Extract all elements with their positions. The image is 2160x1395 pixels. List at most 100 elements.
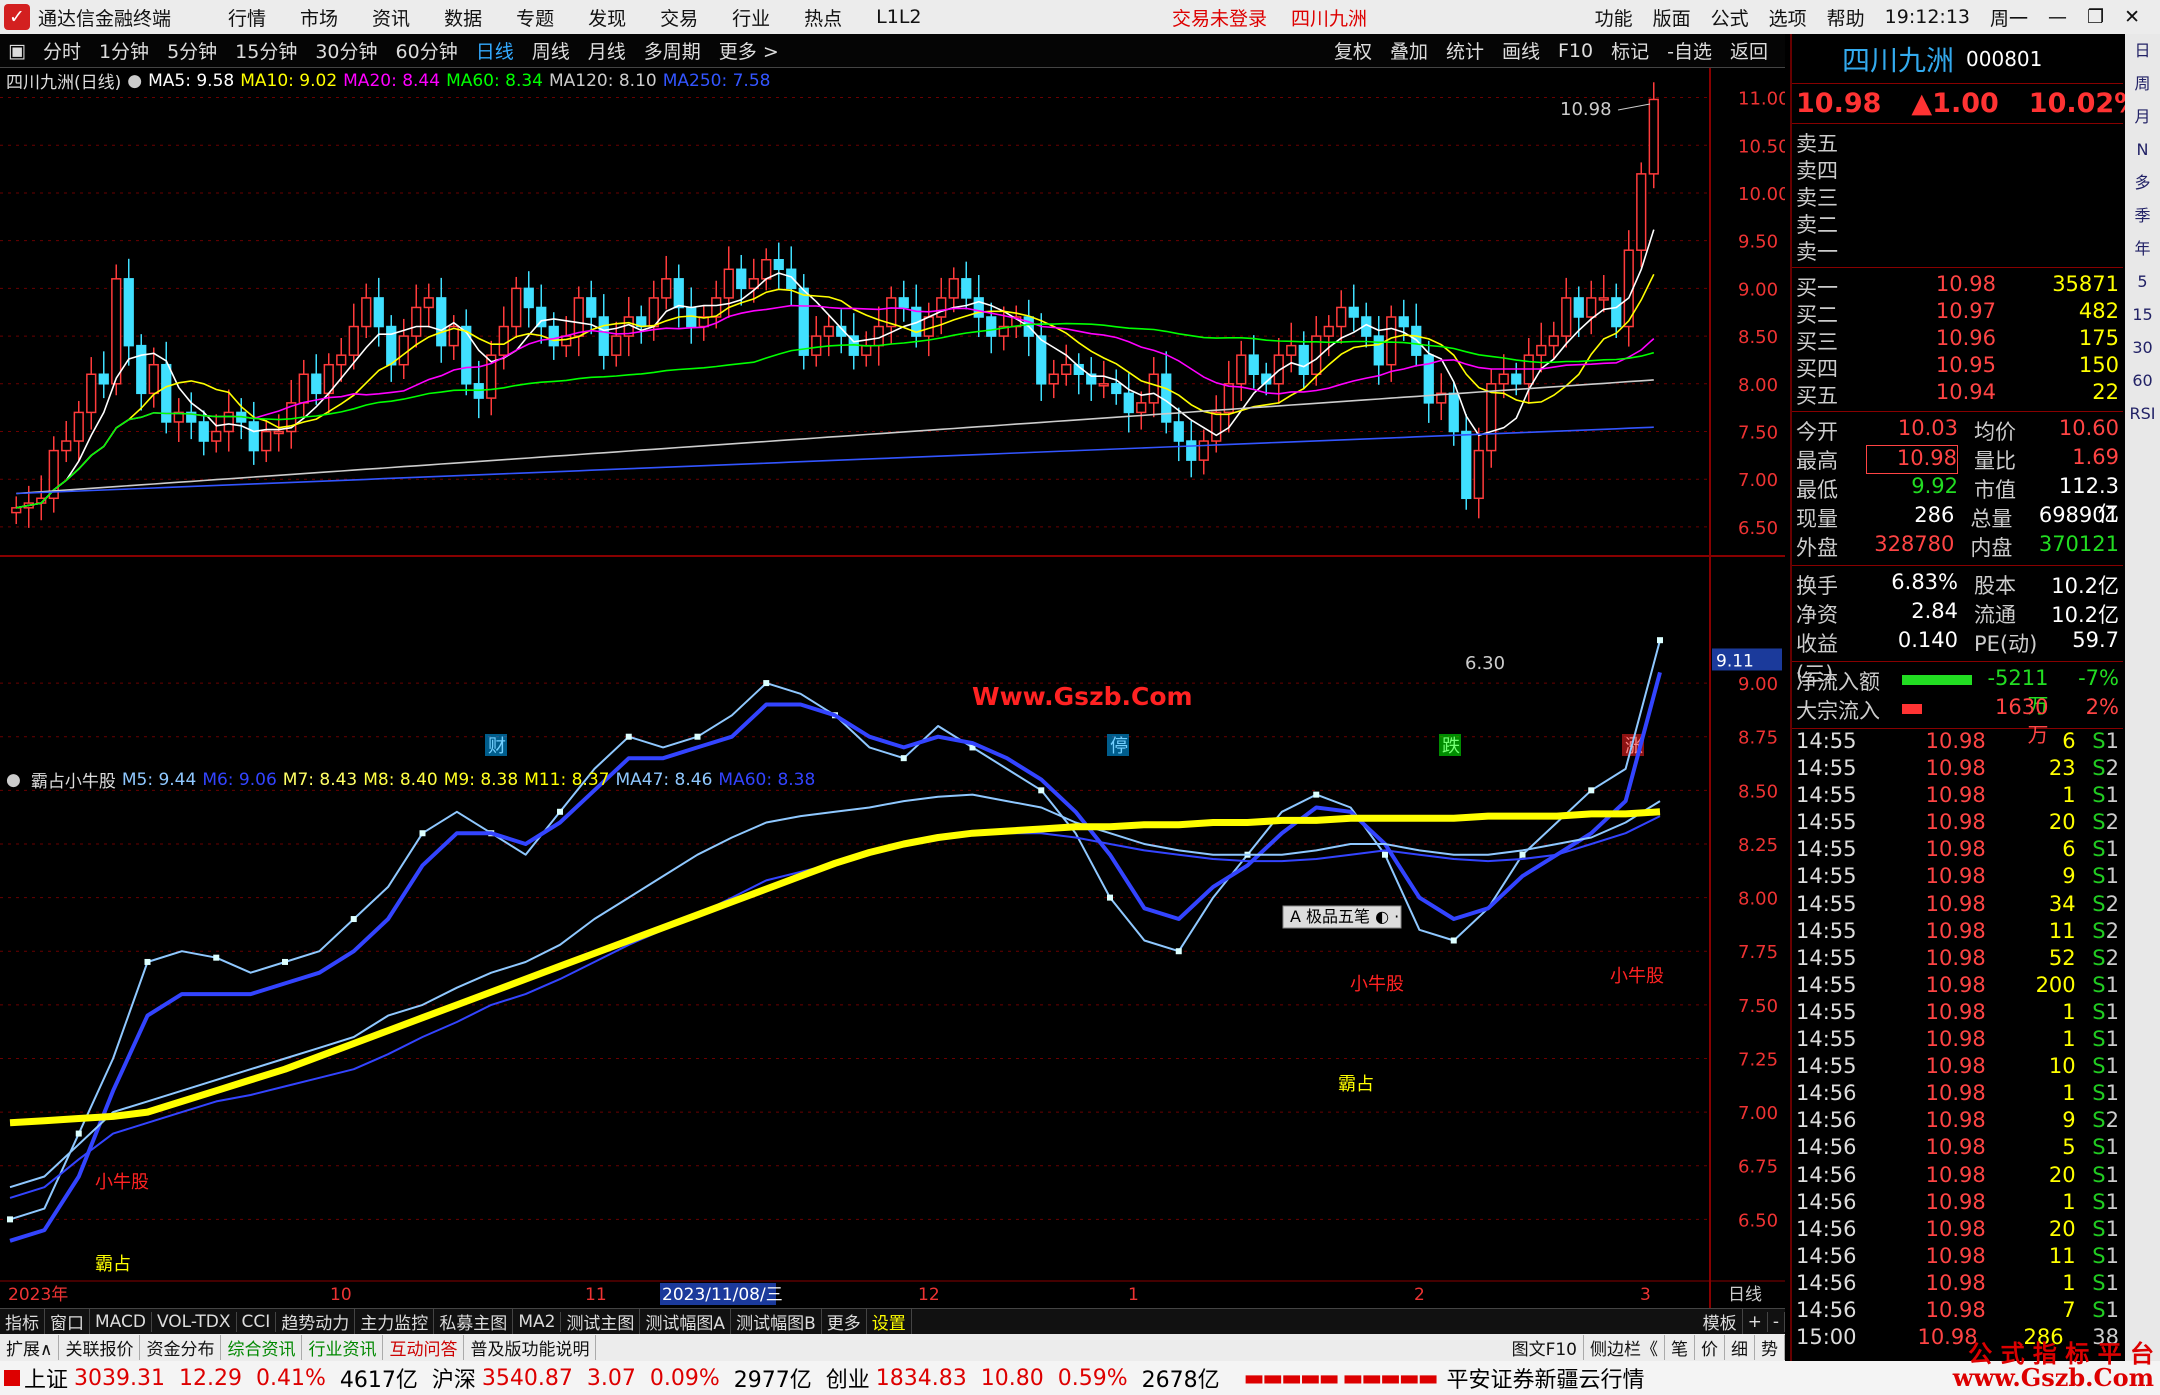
menu-item[interactable]: 专题 bbox=[516, 4, 554, 31]
info-tab[interactable]: 关联报价 bbox=[59, 1335, 141, 1360]
tool-mark[interactable]: 标记 bbox=[1611, 37, 1649, 64]
candle bbox=[1648, 82, 1659, 189]
indicator-tab[interactable]: 窗口 bbox=[45, 1309, 90, 1334]
sidebar-item[interactable]: RSI bbox=[2125, 397, 2160, 430]
period-item[interactable]: 5分钟 bbox=[167, 37, 217, 64]
sidebar-item[interactable]: 日 bbox=[2125, 34, 2160, 67]
cy-name[interactable]: 创业 bbox=[826, 1362, 870, 1394]
sidebar-item[interactable]: 5 bbox=[2125, 265, 2160, 298]
restore-icon[interactable]: ❐ bbox=[2087, 6, 2104, 28]
indicator-tab[interactable]: 主力监控 bbox=[355, 1309, 435, 1334]
info-tab[interactable]: 资金分布 bbox=[140, 1335, 222, 1360]
trade-login-status[interactable]: 交易未登录 bbox=[1172, 4, 1267, 31]
period-item[interactable]: 多周期 bbox=[644, 37, 701, 64]
tool-watchlist[interactable]: -自选 bbox=[1667, 37, 1712, 64]
info-tab[interactable]: 细 bbox=[1725, 1335, 1755, 1360]
period-item[interactable]: 15分钟 bbox=[235, 37, 297, 64]
tool-draw[interactable]: 画线 bbox=[1502, 37, 1540, 64]
indicator-tab[interactable]: 更多 bbox=[822, 1309, 867, 1334]
indicator-tab[interactable]: - bbox=[1768, 1311, 1785, 1332]
sidebar-item[interactable]: 15 bbox=[2125, 298, 2160, 331]
indicator-tab[interactable]: 设置 bbox=[867, 1309, 912, 1334]
indicator-settings-icon[interactable]: ● bbox=[6, 770, 21, 790]
indicator-tab[interactable]: CCI bbox=[237, 1311, 277, 1332]
period-item[interactable]: 更多 > bbox=[719, 37, 779, 64]
menu-formula[interactable]: 公式 bbox=[1711, 4, 1749, 31]
sidebar-item[interactable]: 月 bbox=[2125, 100, 2160, 133]
info-tab[interactable]: 价 bbox=[1695, 1335, 1725, 1360]
period-item[interactable]: 60分钟 bbox=[396, 37, 458, 64]
info-tab[interactable]: 图文F10 bbox=[1506, 1335, 1584, 1360]
indicator-tab[interactable]: 指标 bbox=[0, 1309, 45, 1334]
tick-list[interactable]: 14:55 10.98 6 S 1 14:55 10.98 23 S 2 14:55 10.98 1 S 1… bbox=[1792, 729, 2123, 1352]
hs-name[interactable]: 沪深 bbox=[432, 1362, 476, 1394]
info-tab[interactable]: 普及版功能说明 bbox=[464, 1335, 597, 1360]
tool-overlay[interactable]: 叠加 bbox=[1390, 37, 1428, 64]
minimize-icon[interactable]: — bbox=[2048, 6, 2067, 28]
menu-item[interactable]: L1L2 bbox=[876, 6, 921, 28]
indicator-tab[interactable]: 测试幅图A bbox=[640, 1309, 732, 1334]
sidebar-item[interactable]: 30 bbox=[2125, 331, 2160, 364]
indicator-tab[interactable]: 模板 bbox=[1698, 1309, 1743, 1334]
period-item[interactable]: 日线 bbox=[476, 37, 514, 64]
menu-options[interactable]: 选项 bbox=[1769, 4, 1807, 31]
kline-chart[interactable]: 11.00 10.50 10.00 9.50 9.00 8.50 8.00 7.50 7.00 6… bbox=[0, 68, 1785, 1308]
sell-label: 卖五 bbox=[1796, 132, 1838, 156]
menu-item[interactable]: 行业 bbox=[732, 4, 770, 31]
settings-icon[interactable]: ● bbox=[127, 71, 142, 91]
info-tab[interactable]: 笔 bbox=[1665, 1335, 1695, 1360]
indicator-tab[interactable]: 趋势动力 bbox=[276, 1309, 356, 1334]
period-item[interactable]: 分时 bbox=[43, 37, 81, 64]
sidebar-item[interactable]: 60 bbox=[2125, 364, 2160, 397]
tool-stats[interactable]: 统计 bbox=[1446, 37, 1484, 64]
menu-item[interactable]: 市场 bbox=[300, 4, 338, 31]
sell-level: 卖二 bbox=[1796, 209, 2119, 237]
period-item[interactable]: 月线 bbox=[588, 37, 626, 64]
info-tab[interactable]: 互动问答 bbox=[383, 1335, 465, 1360]
tool-f10[interactable]: F10 bbox=[1558, 40, 1593, 62]
indicator-tab[interactable]: 私募主图 bbox=[434, 1309, 514, 1334]
menu-item[interactable]: 行情 bbox=[228, 4, 266, 31]
indicator-label: M8: 8.40 bbox=[363, 769, 438, 790]
indicator-tab[interactable]: MACD bbox=[90, 1311, 152, 1332]
menu-item[interactable]: 数据 bbox=[444, 4, 482, 31]
info-tab[interactable]: 侧边栏《 bbox=[1584, 1335, 1665, 1360]
sidebar-item[interactable]: N bbox=[2125, 133, 2160, 166]
period-item[interactable]: 周线 bbox=[532, 37, 570, 64]
menu-layout[interactable]: 版面 bbox=[1653, 4, 1691, 31]
menu-item[interactable]: 热点 bbox=[804, 4, 842, 31]
close-icon[interactable]: ✕ bbox=[2124, 6, 2140, 28]
sidebar-item[interactable]: 多 bbox=[2125, 166, 2160, 199]
candle bbox=[1061, 344, 1072, 386]
indicator-tab[interactable]: 测试主图 bbox=[561, 1309, 641, 1334]
period-item[interactable]: 1分钟 bbox=[99, 37, 149, 64]
indicator-tab[interactable]: + bbox=[1743, 1311, 1768, 1332]
info-tab[interactable]: 综合资讯 bbox=[221, 1335, 303, 1360]
menu-item[interactable]: 资讯 bbox=[372, 4, 410, 31]
indicator-tab[interactable]: VOL-TDX bbox=[152, 1311, 237, 1332]
candle bbox=[1098, 360, 1109, 399]
panel-toggle-icon[interactable]: ▣ bbox=[8, 40, 26, 62]
candle bbox=[1598, 275, 1609, 313]
info-tab[interactable]: 行业资讯 bbox=[302, 1335, 384, 1360]
menu-function[interactable]: 功能 bbox=[1595, 4, 1633, 31]
sell-label: 卖四 bbox=[1796, 159, 1838, 183]
menu-help[interactable]: 帮助 bbox=[1827, 4, 1865, 31]
indicator-tab[interactable]: MA2 bbox=[513, 1311, 562, 1332]
info-tab[interactable]: 扩展∧ bbox=[0, 1335, 60, 1360]
tool-adjust[interactable]: 复权 bbox=[1334, 37, 1372, 64]
sidebar-item[interactable]: 年 bbox=[2125, 232, 2160, 265]
sidebar-item[interactable]: 周 bbox=[2125, 67, 2160, 100]
menu-item[interactable]: 发现 bbox=[588, 4, 626, 31]
candle bbox=[1473, 427, 1484, 519]
indicator-tab[interactable]: 测试幅图B bbox=[731, 1309, 822, 1334]
tool-back[interactable]: 返回 bbox=[1730, 37, 1768, 64]
info-tabs: 扩展∧ 关联报价 资金分布 综合资讯 行业资讯 互动问答 普及版功能说明 图文F10 侧边栏《笔… bbox=[0, 1334, 1785, 1361]
info-tab[interactable]: 势 bbox=[1755, 1335, 1785, 1360]
sidebar-item[interactable]: 季 bbox=[2125, 199, 2160, 232]
sh-name[interactable]: 上证 bbox=[24, 1362, 68, 1394]
flow-row: 大宗流入 1630万 2% bbox=[1796, 695, 2119, 747]
menu-item[interactable]: 交易 bbox=[660, 4, 698, 31]
tick-cell: 9 bbox=[2062, 1108, 2076, 1133]
period-item[interactable]: 30分钟 bbox=[315, 37, 377, 64]
